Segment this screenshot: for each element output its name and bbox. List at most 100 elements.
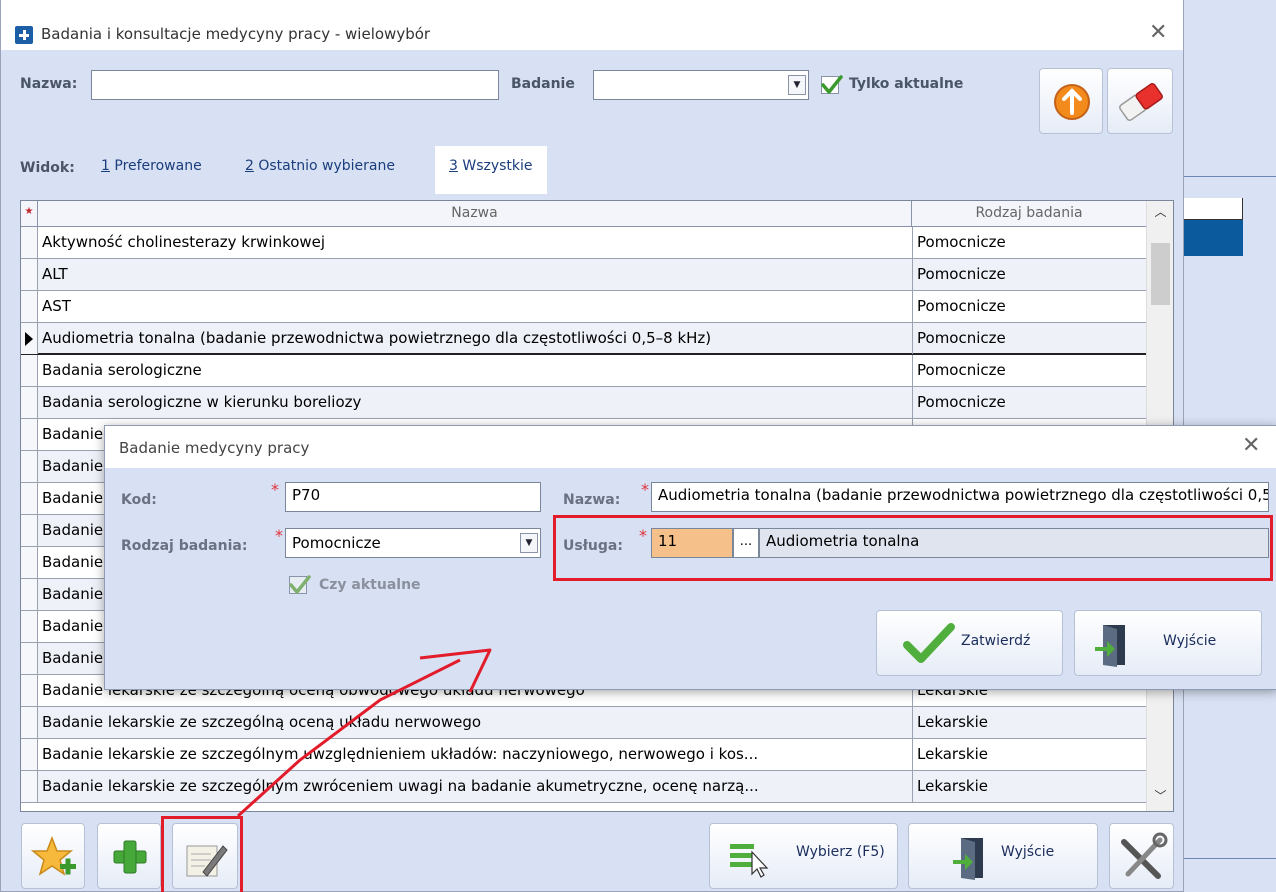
- row-indicator[interactable]: [21, 419, 38, 450]
- row-indicator[interactable]: [21, 355, 38, 386]
- row-name: Badanie lekarskie ze szczególnym zwrócen…: [42, 777, 759, 795]
- row-name: Badania serologiczne: [42, 361, 202, 379]
- row-indicator[interactable]: [21, 451, 38, 482]
- exit-door-icon: [1095, 625, 1125, 667]
- row-indicator[interactable]: [21, 739, 38, 770]
- exit-button[interactable]: Wyjście: [908, 823, 1098, 889]
- row-indicator[interactable]: [21, 771, 38, 802]
- scroll-up-icon[interactable]: ︿: [1147, 203, 1173, 225]
- close-icon[interactable]: ✕: [1242, 433, 1260, 458]
- row-exam-type: Pomocnicze: [912, 227, 1146, 258]
- exam-type-label: Rodzaj badania:: [121, 538, 248, 554]
- select-button[interactable]: Wybierz (F5): [709, 823, 898, 889]
- row-indicator[interactable]: [21, 547, 38, 578]
- exam-filter-label: Badanie: [511, 76, 575, 92]
- tab-number: 1: [101, 158, 110, 174]
- row-indicator[interactable]: [21, 707, 38, 738]
- row-exam-type: Pomocnicze: [912, 259, 1146, 290]
- table-row[interactable]: ALT Pomocnicze: [21, 259, 1146, 291]
- settings-button[interactable]: [1109, 823, 1174, 889]
- row-indicator[interactable]: [21, 643, 38, 674]
- window-title: Badania i konsultacje medycyny pracy - w…: [41, 25, 431, 43]
- table-row[interactable]: Badanie lekarskie ze szczególnym uwzględ…: [21, 739, 1146, 771]
- table-row[interactable]: Badania serologiczne w kierunku borelioz…: [21, 387, 1146, 419]
- chevron-down-icon[interactable]: ▼: [520, 533, 538, 553]
- name-filter-input[interactable]: [91, 70, 499, 100]
- refresh-icon: [1054, 84, 1090, 120]
- row-indicator[interactable]: [21, 675, 38, 706]
- required-mark: *: [271, 480, 279, 499]
- row-indicator[interactable]: [21, 387, 38, 418]
- tools-icon: [1121, 832, 1168, 879]
- row-indicator[interactable]: [21, 227, 38, 258]
- clear-filters-button[interactable]: [1107, 68, 1173, 134]
- row-indicator[interactable]: [21, 483, 38, 514]
- row-indicator[interactable]: [21, 579, 38, 610]
- scroll-thumb[interactable]: [1151, 243, 1170, 305]
- code-input[interactable]: P70: [285, 482, 541, 512]
- row-exam-type: Pomocnicze: [912, 355, 1146, 386]
- add-to-preferred-button[interactable]: [21, 823, 85, 889]
- exam-type-select[interactable]: Pomocnicze ▼: [285, 528, 541, 558]
- exam-type-value: Pomocnicze: [292, 534, 381, 552]
- row-exam-type: Lekarskie: [912, 707, 1146, 738]
- dialog-titlebar: Badanie medycyny pracy ✕: [105, 426, 1276, 468]
- row-name: Badanie lekarskie ze szczególną oceną uk…: [42, 713, 482, 731]
- confirm-button[interactable]: Zatwierdź: [876, 610, 1063, 676]
- row-name: Aktywność cholinesterazy krwinkowej: [42, 233, 326, 251]
- table-row[interactable]: Badanie lekarskie ze szczególnym zwrócen…: [21, 771, 1146, 803]
- edit-button-highlight-box: [161, 816, 243, 892]
- table-row[interactable]: Badania serologiczne Pomocnicze: [21, 355, 1146, 387]
- current-only-checkbox[interactable]: [821, 75, 843, 94]
- window-titlebar: Badania i konsultacje medycyny pracy - w…: [1, 0, 1183, 50]
- code-label: Kod:: [121, 492, 157, 508]
- exam-filter-combo[interactable]: ▼: [593, 70, 809, 100]
- service-highlight-box: [553, 515, 1273, 581]
- current-only-label: Tylko aktualne: [849, 76, 964, 92]
- tab-number: 3: [449, 158, 458, 174]
- table-row[interactable]: Audiometria tonalna (badanie przewodnict…: [21, 323, 1146, 355]
- checkmark-icon: [821, 75, 843, 94]
- row-name: AST: [42, 297, 71, 315]
- select-button-label: Wybierz (F5): [796, 844, 885, 860]
- row-name: ALT: [42, 265, 68, 283]
- scroll-down-icon[interactable]: ﹀: [1147, 787, 1173, 809]
- checkmark-icon: [289, 575, 311, 594]
- table-row[interactable]: Badanie lekarskie ze szczególną oceną uk…: [21, 707, 1146, 739]
- row-indicator[interactable]: [21, 611, 38, 642]
- name-input[interactable]: Audiometria tonalna (badanie przewodnict…: [651, 482, 1269, 512]
- row-exam-type: Lekarskie: [912, 739, 1146, 770]
- confirm-button-label: Zatwierdź: [961, 633, 1031, 649]
- dialog-exit-button[interactable]: Wyjście: [1074, 610, 1262, 676]
- column-header-name[interactable]: Nazwa: [38, 201, 912, 226]
- select-list-icon: [730, 844, 769, 878]
- active-checkbox[interactable]: [289, 575, 311, 594]
- star-icon[interactable]: ★: [21, 201, 38, 226]
- tab-all[interactable]: 3 Wszystkie: [435, 146, 547, 194]
- tab-label: Ostatnio wybierane: [253, 158, 395, 174]
- view-label: Widok:: [20, 160, 75, 176]
- row-indicator[interactable]: [21, 515, 38, 546]
- chevron-down-icon[interactable]: ▼: [788, 75, 806, 95]
- tab-label: Wszystkie: [457, 158, 533, 174]
- background-grid-header: [1183, 198, 1243, 220]
- row-indicator[interactable]: [21, 323, 38, 354]
- row-indicator[interactable]: [21, 291, 38, 322]
- grid-header: ★ Nazwa Rodzaj badania: [21, 201, 1146, 227]
- tab-recent[interactable]: 2 Ostatnio wybierane: [245, 158, 395, 174]
- column-header-type[interactable]: Rodzaj badania: [912, 201, 1146, 226]
- exit-button-label: Wyjście: [1001, 844, 1055, 860]
- close-icon[interactable]: ✕: [1149, 20, 1167, 46]
- tab-preferred[interactable]: 1 Preferowane: [101, 158, 202, 174]
- row-name: Badania serologiczne w kierunku borelioz…: [42, 393, 362, 411]
- table-row[interactable]: Aktywność cholinesterazy krwinkowej Pomoc…: [21, 227, 1146, 259]
- table-row[interactable]: AST Pomocnicze: [21, 291, 1146, 323]
- background-selected-cell: [1183, 220, 1243, 256]
- add-button[interactable]: [97, 823, 161, 889]
- row-exam-type: Pomocnicze: [912, 323, 1146, 354]
- exit-door-icon: [953, 838, 983, 880]
- refresh-button[interactable]: [1039, 68, 1103, 134]
- background-divider: [1183, 176, 1276, 177]
- row-exam-type: Pomocnicze: [912, 387, 1146, 418]
- row-indicator[interactable]: [21, 259, 38, 290]
